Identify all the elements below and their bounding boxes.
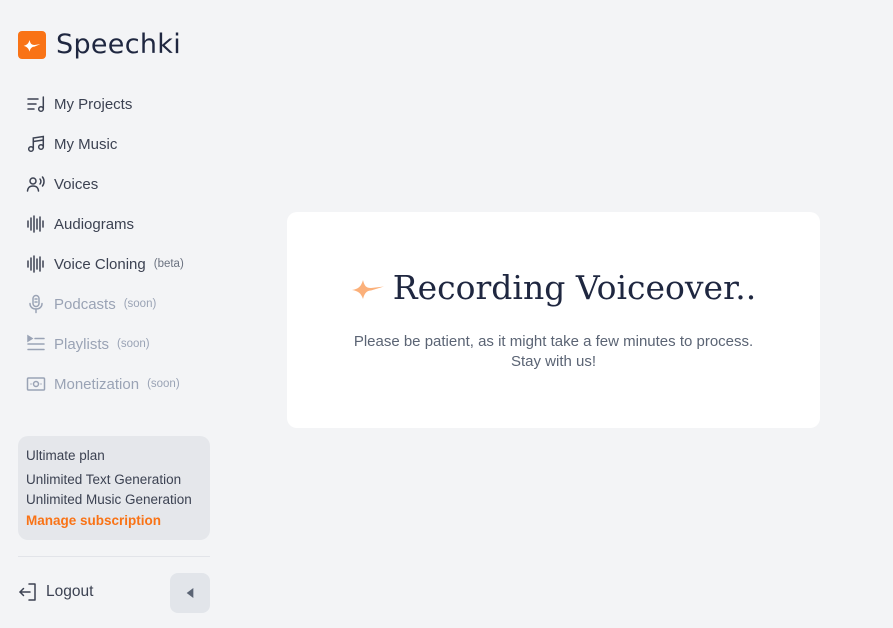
- recording-status-card: Recording Voiceover.. Please be patient,…: [287, 212, 820, 428]
- sidebar-item-label: Monetization: [54, 375, 140, 393]
- sidebar-item-voices[interactable]: Voices: [26, 164, 184, 204]
- logout-icon: [19, 583, 36, 601]
- sidebar-item-my-projects[interactable]: My Projects: [26, 84, 184, 124]
- beta-tag: (beta): [153, 258, 184, 270]
- sidebar: Speechki My Projects My Music Voices Aud…: [0, 0, 228, 628]
- logout-button[interactable]: Logout: [18, 582, 93, 602]
- collapse-sidebar-button[interactable]: [170, 573, 210, 613]
- plan-feature-text: Unlimited Text Generation: [26, 472, 182, 487]
- sidebar-nav: My Projects My Music Voices Audiograms V…: [26, 84, 184, 404]
- subtitle-line-2: Stay with us!: [510, 353, 597, 370]
- sidebar-item-monetization[interactable]: Monetization (soon): [26, 364, 184, 404]
- brand-name: Speechki: [56, 29, 181, 60]
- recording-subtitle: Please be patient, as it might take a fe…: [287, 332, 820, 372]
- sidebar-item-podcasts[interactable]: Podcasts (soon): [26, 284, 184, 324]
- subtitle-line-1: Please be patient, as it might take a fe…: [353, 333, 754, 350]
- plan-name: Ultimate plan: [26, 448, 105, 463]
- sidebar-item-label: Voice Cloning: [54, 255, 146, 273]
- sidebar-item-audiograms[interactable]: Audiograms: [26, 204, 184, 244]
- caret-left-icon: [186, 588, 194, 598]
- projects-list-icon: [26, 94, 46, 114]
- waveform-icon: [26, 214, 46, 234]
- soon-tag: (soon): [117, 338, 150, 350]
- brand[interactable]: Speechki: [18, 29, 181, 60]
- soon-tag: (soon): [123, 298, 157, 310]
- plan-card: Ultimate plan Unlimited Text Generation …: [18, 436, 210, 540]
- sidebar-item-my-music[interactable]: My Music: [26, 124, 184, 164]
- speechki-spark-icon: [351, 279, 384, 299]
- sidebar-divider: [18, 556, 210, 557]
- music-note-icon: [26, 134, 46, 154]
- sidebar-item-label: Playlists: [54, 335, 110, 353]
- sidebar-item-label: My Projects: [54, 95, 133, 113]
- plan-feature-music: Unlimited Music Generation: [26, 492, 192, 507]
- microphone-icon: [26, 294, 46, 314]
- sidebar-item-playlists[interactable]: Playlists (soon): [26, 324, 184, 364]
- sidebar-item-voice-cloning[interactable]: Voice Cloning (beta): [26, 244, 184, 284]
- recording-title: Recording Voiceover..: [392, 268, 757, 307]
- waveform-icon: [26, 254, 46, 274]
- sidebar-item-label: Voices: [54, 175, 99, 193]
- soon-tag: (soon): [147, 378, 180, 390]
- card-title: Recording Voiceover..: [287, 268, 820, 307]
- playlist-icon: [26, 334, 46, 354]
- sidebar-item-label: Audiograms: [54, 215, 135, 233]
- sidebar-item-label: Podcasts: [54, 295, 116, 313]
- voice-user-icon: [26, 174, 46, 194]
- speechki-logo-icon: [18, 30, 46, 59]
- manage-subscription-link[interactable]: Manage subscription: [26, 510, 202, 532]
- sidebar-item-label: My Music: [54, 135, 118, 153]
- money-icon: [26, 374, 46, 394]
- logout-label: Logout: [46, 583, 94, 600]
